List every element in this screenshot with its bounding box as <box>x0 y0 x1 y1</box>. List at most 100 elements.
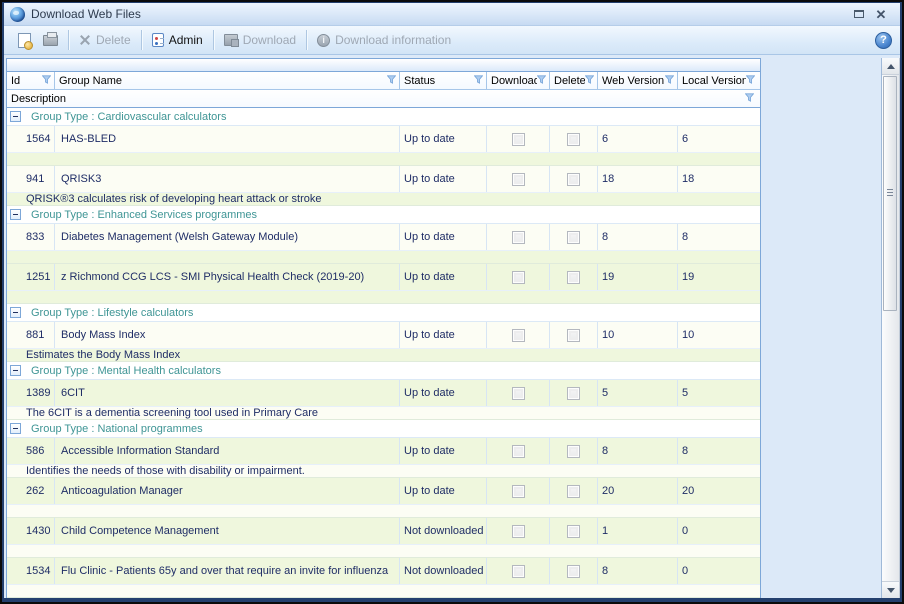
description-header-label: Description <box>11 93 745 105</box>
table-row[interactable]: 941QRISK3Up to date1818 <box>7 166 760 193</box>
column-header-status[interactable]: Status <box>400 72 487 89</box>
download-checkbox[interactable] <box>512 173 525 186</box>
scroll-down-button[interactable] <box>882 581 899 598</box>
help-button[interactable]: ? <box>875 32 892 49</box>
delete-checkbox[interactable] <box>567 271 580 284</box>
filter-icon[interactable] <box>474 75 483 87</box>
delete-checkbox[interactable] <box>567 133 580 146</box>
column-header-label: Id <box>11 75 42 87</box>
download-checkbox[interactable] <box>512 387 525 400</box>
cell-local-version: 5 <box>678 380 758 406</box>
filter-icon[interactable] <box>585 75 594 87</box>
maximize-button[interactable] <box>848 6 870 22</box>
download-checkbox[interactable] <box>512 329 525 342</box>
table-row[interactable]: 1564HAS-BLEDUp to date66 <box>7 126 760 153</box>
cell-id: 1564 <box>7 126 55 152</box>
filter-icon[interactable] <box>665 75 674 87</box>
delete-button-label: Delete <box>96 33 131 47</box>
collapse-icon[interactable] <box>10 365 21 376</box>
cell-delete <box>550 518 598 544</box>
cell-web-version: 20 <box>598 478 678 504</box>
column-header-group-name[interactable]: Group Name <box>55 72 400 89</box>
filter-icon[interactable] <box>745 93 754 105</box>
column-header-label: Delete <box>554 75 585 87</box>
column-header-local-version[interactable]: Local Version <box>678 72 758 89</box>
cell-status: Up to date <box>400 166 487 192</box>
cell-group-name: Diabetes Management (Welsh Gateway Modul… <box>55 224 400 250</box>
download-checkbox[interactable] <box>512 445 525 458</box>
filter-icon[interactable] <box>42 75 51 87</box>
delete-checkbox[interactable] <box>567 445 580 458</box>
toolbar-separator <box>141 30 142 50</box>
table-row[interactable]: 1251z Richmond CCG LCS - SMI Physical He… <box>7 264 760 291</box>
download-information-button[interactable]: i Download information <box>311 30 457 50</box>
description-row: QRISK®3 calculates risk of developing he… <box>7 193 760 206</box>
column-header-download[interactable]: Download <box>487 72 550 89</box>
print-preview-button[interactable] <box>12 30 37 51</box>
table-row[interactable]: 262Anticoagulation ManagerUp to date2020 <box>7 478 760 505</box>
download-information-label: Download information <box>335 33 451 47</box>
download-checkbox[interactable] <box>512 525 525 538</box>
group-row: Group Type : National programmes <box>7 420 760 438</box>
delete-checkbox[interactable] <box>567 173 580 186</box>
admin-button[interactable]: Admin <box>146 30 209 50</box>
download-checkbox[interactable] <box>512 485 525 498</box>
scrollbar-thumb[interactable] <box>883 76 897 311</box>
collapse-icon[interactable] <box>10 209 21 220</box>
column-header-web-version[interactable]: Web Version <box>598 72 678 89</box>
delete-checkbox[interactable] <box>567 329 580 342</box>
collapse-icon[interactable] <box>10 423 21 434</box>
table-row[interactable]: 1430Child Competence ManagementNot downl… <box>7 518 760 545</box>
table-row[interactable]: 833Diabetes Management (Welsh Gateway Mo… <box>7 224 760 251</box>
filter-icon[interactable] <box>746 75 755 87</box>
column-header-id[interactable]: Id <box>7 72 55 89</box>
table-row[interactable]: 586Accessible Information StandardUp to … <box>7 438 760 465</box>
table-row[interactable]: 881Body Mass IndexUp to date1010 <box>7 322 760 349</box>
cell-group-name: 6CIT <box>55 380 400 406</box>
delete-checkbox[interactable] <box>567 565 580 578</box>
print-button[interactable] <box>37 32 64 49</box>
close-button[interactable]: ✕ <box>870 6 892 22</box>
description-row: Estimates the Body Mass Index <box>7 349 760 362</box>
delete-checkbox[interactable] <box>567 387 580 400</box>
cell-status: Up to date <box>400 126 487 152</box>
filter-icon[interactable] <box>387 75 396 87</box>
cell-web-version: 1 <box>598 518 678 544</box>
description-row <box>7 291 760 304</box>
admin-form-icon <box>152 33 164 47</box>
titlebar: Download Web Files ✕ <box>4 3 900 26</box>
cell-local-version: 0 <box>678 518 758 544</box>
cell-group-name: QRISK3 <box>55 166 400 192</box>
cell-id: 1389 <box>7 380 55 406</box>
download-checkbox[interactable] <box>512 133 525 146</box>
download-checkbox[interactable] <box>512 231 525 244</box>
delete-checkbox[interactable] <box>567 231 580 244</box>
cell-id: 1430 <box>7 518 55 544</box>
table-row[interactable]: 13896CITUp to date55 <box>7 380 760 407</box>
vertical-scrollbar[interactable] <box>881 58 900 598</box>
cell-id: 262 <box>7 478 55 504</box>
delete-checkbox[interactable] <box>567 485 580 498</box>
cell-download <box>487 558 550 584</box>
scroll-up-button[interactable] <box>882 58 899 75</box>
column-header-delete[interactable]: Delete <box>550 72 598 89</box>
toolbar-separator <box>68 30 69 50</box>
download-checkbox[interactable] <box>512 271 525 284</box>
cell-local-version: 18 <box>678 166 758 192</box>
scrollbar-grip-icon <box>887 189 893 198</box>
cell-local-version: 10 <box>678 322 758 348</box>
filter-icon[interactable] <box>537 75 546 87</box>
table-row[interactable]: 1534Flu Clinic - Patients 65y and over t… <box>7 558 760 585</box>
printer-icon <box>43 35 58 46</box>
cell-status: Up to date <box>400 264 487 290</box>
download-button[interactable]: Download <box>218 30 302 50</box>
download-checkbox[interactable] <box>512 565 525 578</box>
delete-checkbox[interactable] <box>567 525 580 538</box>
cell-delete <box>550 126 598 152</box>
toolbar: Delete Admin Download i Download informa… <box>4 26 900 55</box>
collapse-icon[interactable] <box>10 111 21 122</box>
delete-button[interactable]: Delete <box>73 30 137 50</box>
collapse-icon[interactable] <box>10 307 21 318</box>
description-row <box>7 251 760 264</box>
cell-local-version: 0 <box>678 558 758 584</box>
